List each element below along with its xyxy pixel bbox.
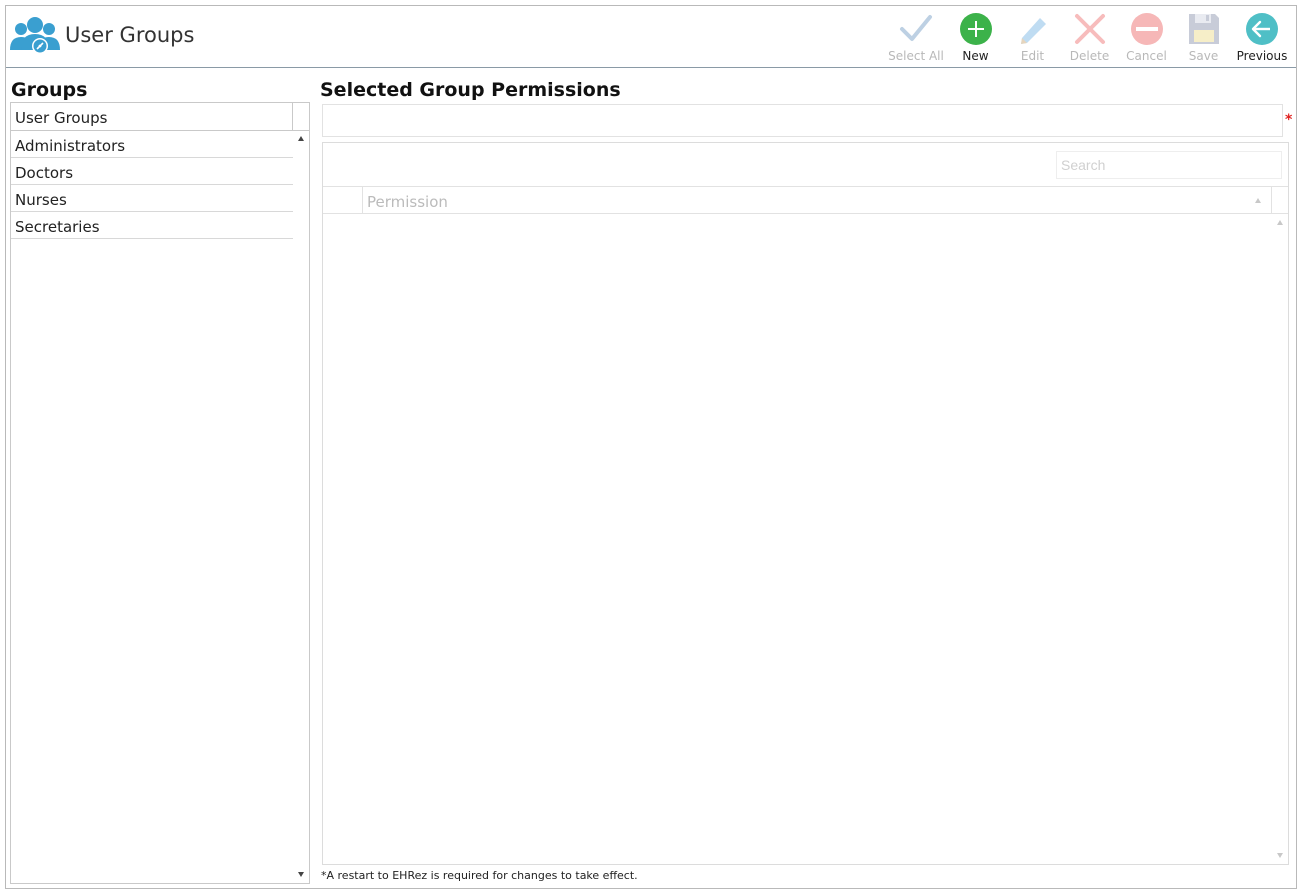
previous-button[interactable]: Previous (1232, 9, 1292, 65)
save-button[interactable]: Save (1175, 9, 1232, 65)
header-divider (1271, 187, 1272, 213)
pencil-icon (1020, 18, 1046, 44)
delete-button[interactable]: Delete (1061, 9, 1118, 65)
select-all-label: Select All (888, 49, 944, 63)
groups-title: Groups (11, 79, 88, 101)
group-row-administrators[interactable]: Administrators (11, 131, 293, 158)
permissions-scroll-down-button[interactable] (1272, 848, 1288, 862)
page-title: User Groups (65, 23, 195, 47)
group-row-nurses[interactable]: Nurses (11, 185, 293, 212)
edit-label: Edit (1020, 49, 1045, 63)
groups-header-corner (293, 103, 309, 131)
groups-scroll-down-button[interactable] (293, 867, 309, 881)
restart-footnote: *A restart to EHRez is required for chan… (321, 869, 638, 882)
required-marker: * (1285, 112, 1293, 128)
select-column-header[interactable] (323, 187, 363, 213)
plus-circle-icon (959, 13, 992, 45)
x-icon (1074, 14, 1105, 44)
group-row-secretaries[interactable]: Secretaries (11, 212, 293, 239)
permissions-grid-header: Permission (323, 186, 1288, 214)
permissions-title: Selected Group Permissions (320, 79, 621, 101)
scroll-down-arrow-icon (298, 872, 304, 877)
permissions-search-input[interactable] (1056, 151, 1282, 179)
window-frame: User Groups Select All New Edit Delete C… (5, 5, 1297, 889)
group-row-doctors[interactable]: Doctors (11, 158, 293, 185)
groups-scroll-up-button[interactable] (293, 131, 309, 145)
minus-circle-icon (1130, 13, 1163, 45)
sort-up-arrow-icon (1255, 198, 1261, 203)
delete-label: Delete (1069, 49, 1110, 63)
header-bar: User Groups Select All New Edit Delete C… (6, 6, 1296, 68)
groups-list: User Groups Administrators Doctors Nurse… (10, 102, 310, 884)
new-label: New (962, 49, 989, 63)
save-label: Save (1188, 49, 1219, 63)
scroll-up-arrow-icon (298, 136, 304, 141)
previous-label: Previous (1236, 49, 1288, 63)
edit-button[interactable]: Edit (1004, 9, 1061, 65)
checkmark-icon (900, 15, 932, 41)
cancel-label: Cancel (1126, 49, 1167, 63)
new-button[interactable]: New (947, 9, 1004, 65)
scroll-down-arrow-icon (1277, 853, 1283, 858)
cancel-button[interactable]: Cancel (1118, 9, 1175, 65)
permission-column-header[interactable]: Permission (367, 193, 448, 211)
groups-column-header[interactable]: User Groups (11, 103, 293, 131)
select-all-button[interactable]: Select All (885, 9, 947, 65)
arrow-left-circle-icon (1246, 13, 1278, 45)
scroll-up-arrow-icon (1277, 220, 1283, 225)
permissions-scroll-up-button[interactable] (1272, 215, 1288, 229)
toolbar: Select All New Edit Delete Cancel Save P… (885, 9, 1292, 65)
user-groups-icon (10, 17, 60, 54)
permissions-grid: Permission (322, 142, 1289, 865)
floppy-disk-icon (1188, 14, 1219, 44)
group-name-input[interactable] (322, 104, 1283, 137)
